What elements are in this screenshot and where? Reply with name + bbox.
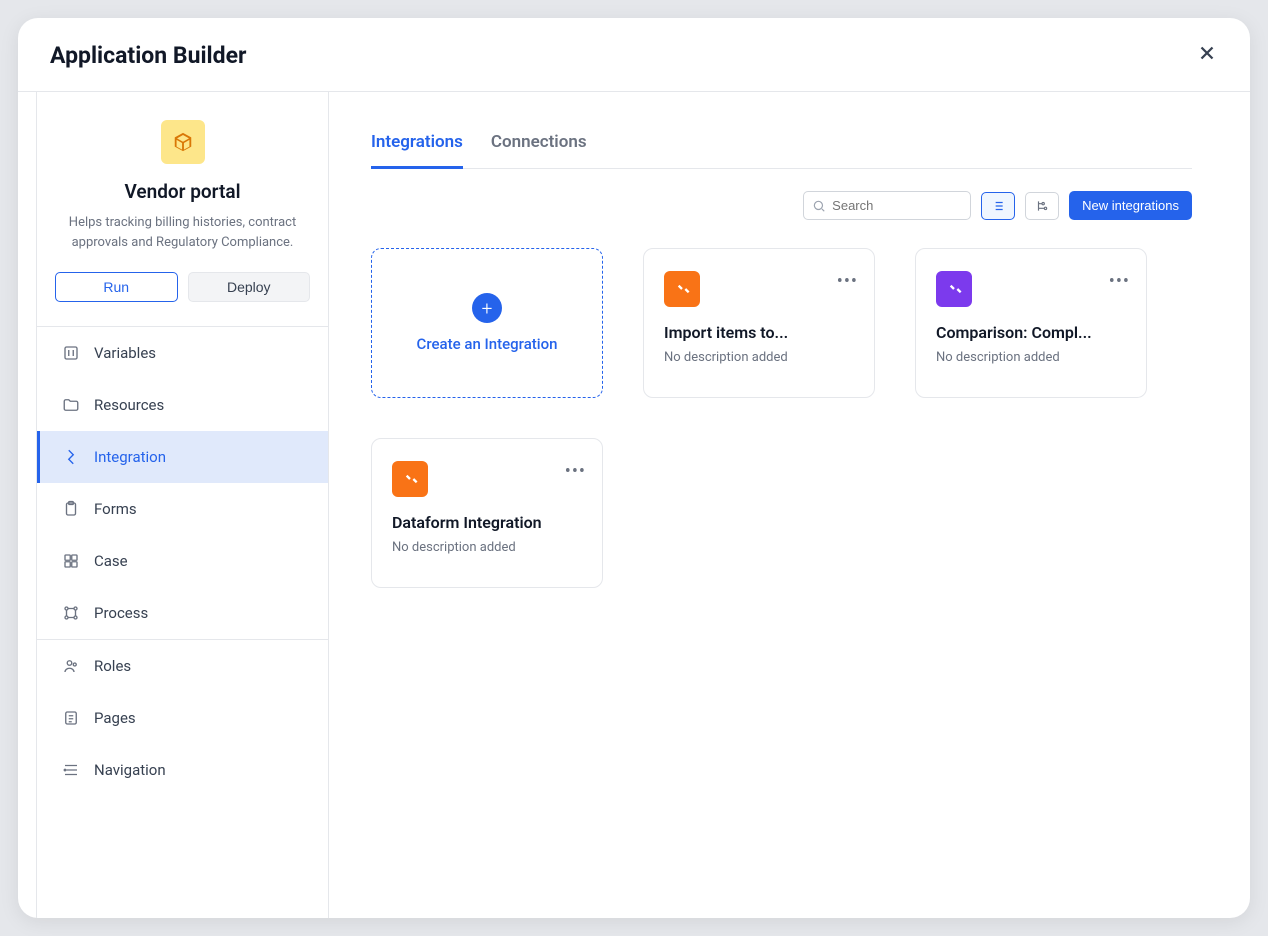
plug-icon xyxy=(944,279,964,299)
create-integration-card[interactable]: + Create an Integration xyxy=(371,248,603,398)
deploy-button[interactable]: Deploy xyxy=(188,272,311,302)
integration-title: Comparison: Compl... xyxy=(936,323,1126,342)
sidebar-item-label: Forms xyxy=(94,500,137,518)
clipboard-icon xyxy=(62,500,80,518)
sidebar-item-navigation[interactable]: Navigation xyxy=(37,744,328,796)
sidebar-item-label: Case xyxy=(94,552,128,570)
sidebar-item-pages[interactable]: Pages xyxy=(37,692,328,744)
search-wrap xyxy=(803,191,971,220)
sidebar-item-forms[interactable]: Forms xyxy=(37,483,328,535)
card-menu-button[interactable]: ••• xyxy=(565,461,586,482)
page-title: Application Builder xyxy=(50,42,246,69)
plug-icon xyxy=(62,448,80,466)
integration-title: Import items to... xyxy=(664,323,854,342)
pages-icon xyxy=(62,709,80,727)
sidebar: Vendor portal Helps tracking billing his… xyxy=(36,92,329,918)
sidebar-item-process[interactable]: Process xyxy=(37,587,328,639)
search-icon xyxy=(812,199,826,213)
list-view-button[interactable] xyxy=(981,192,1015,220)
card-menu-button[interactable]: ••• xyxy=(1109,271,1130,292)
sidebar-item-label: Integration xyxy=(94,448,166,466)
titlebar: Application Builder xyxy=(18,18,1250,92)
navigation-icon xyxy=(62,761,80,779)
tab-connections[interactable]: Connections xyxy=(491,132,587,169)
run-button[interactable]: Run xyxy=(55,272,178,302)
roles-icon xyxy=(62,657,80,675)
close-button[interactable] xyxy=(1196,42,1218,69)
sidebar-item-label: Roles xyxy=(94,657,131,675)
app-name: Vendor portal xyxy=(55,180,310,203)
integration-description: No description added xyxy=(664,350,854,365)
sidebar-item-resources[interactable]: Resources xyxy=(37,379,328,431)
app-summary-card: Vendor portal Helps tracking billing his… xyxy=(37,92,328,327)
toolbar: New integrations xyxy=(371,169,1192,248)
integration-card[interactable]: ••• Dataform Integration No description … xyxy=(371,438,603,588)
integration-icon xyxy=(392,461,428,497)
sidebar-item-variables[interactable]: Variables xyxy=(37,327,328,379)
plug-icon xyxy=(672,279,692,299)
app-actions: Run Deploy xyxy=(55,272,310,302)
integration-icon xyxy=(936,271,972,307)
main-content: Integrations Connections New integration… xyxy=(329,92,1250,918)
tabs: Integrations Connections xyxy=(371,132,1192,169)
sidebar-item-label: Navigation xyxy=(94,761,166,779)
sidebar-item-roles[interactable]: Roles xyxy=(37,640,328,692)
package-icon xyxy=(172,131,194,153)
sidebar-item-label: Variables xyxy=(94,344,156,362)
integration-icon xyxy=(664,271,700,307)
create-integration-label: Create an Integration xyxy=(417,335,558,353)
tab-integrations[interactable]: Integrations xyxy=(371,132,463,169)
integration-description: No description added xyxy=(936,350,1126,365)
close-icon xyxy=(1196,42,1218,64)
sidebar-nav: Variables Resources Integration Forms Ca… xyxy=(37,327,328,918)
sidebar-item-label: Pages xyxy=(94,709,136,727)
search-input[interactable] xyxy=(803,191,971,220)
variable-icon xyxy=(62,344,80,362)
tree-icon xyxy=(1035,199,1049,213)
integration-card[interactable]: ••• Comparison: Compl... No description … xyxy=(915,248,1147,398)
application-builder-window: Application Builder Vendor portal Helps … xyxy=(18,18,1250,918)
integration-description: No description added xyxy=(392,540,582,555)
plug-icon xyxy=(400,469,420,489)
new-integrations-button[interactable]: New integrations xyxy=(1069,191,1192,220)
integrations-grid: + Create an Integration ••• Import items… xyxy=(371,248,1192,588)
sidebar-item-integration[interactable]: Integration xyxy=(37,431,328,483)
folder-icon xyxy=(62,396,80,414)
process-icon xyxy=(62,604,80,622)
integration-card[interactable]: ••• Import items to... No description ad… xyxy=(643,248,875,398)
sidebar-item-case[interactable]: Case xyxy=(37,535,328,587)
app-description: Helps tracking billing histories, contra… xyxy=(55,213,310,252)
body: Vendor portal Helps tracking billing his… xyxy=(18,92,1250,918)
tree-view-button[interactable] xyxy=(1025,192,1059,220)
card-menu-button[interactable]: ••• xyxy=(837,271,858,292)
plus-icon: + xyxy=(472,293,502,323)
sidebar-item-label: Resources xyxy=(94,396,164,414)
app-icon xyxy=(161,120,205,164)
grid-icon xyxy=(62,552,80,570)
list-icon xyxy=(991,199,1005,213)
sidebar-item-label: Process xyxy=(94,604,148,622)
integration-title: Dataform Integration xyxy=(392,513,582,532)
